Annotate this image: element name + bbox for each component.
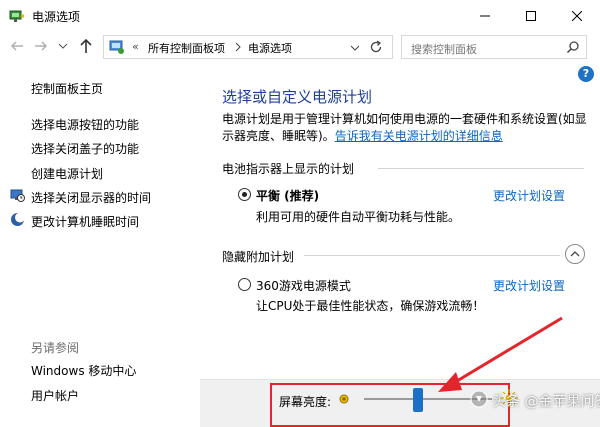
help-icon[interactable]: ? <box>578 66 594 82</box>
task-sleep-time[interactable]: 更改计算机睡眠时间 <box>31 213 139 230</box>
plan-360-game-radio[interactable] <box>238 278 251 291</box>
battery-plans-heading: 电池指示器上显示的计划 <box>222 162 355 176</box>
watermark-logo-icon <box>470 390 488 408</box>
user-accounts-link[interactable]: 用户帐户 <box>31 387 79 404</box>
task-create-power-plan[interactable]: 创建电源计划 <box>31 165 103 182</box>
maximize-button[interactable] <box>508 0 554 32</box>
power-options-icon <box>9 10 24 22</box>
hidden-plans-heading: 隐藏附加计划 <box>222 250 295 264</box>
maximize-icon <box>526 11 536 21</box>
up-arrow-icon[interactable] <box>79 38 93 54</box>
plan-360-game-desc: 让CPU处于最佳性能状态，确保游戏流畅！ <box>256 299 485 313</box>
watermark-text: 头条 @金苹果问答 <box>492 394 600 410</box>
breadcrumb-power-options[interactable]: 电源选项 <box>248 40 292 56</box>
see-also-heading: 另请参阅 <box>31 341 80 355</box>
plan-balanced-name[interactable]: 平衡 (推荐) <box>256 187 319 204</box>
close-button[interactable] <box>554 0 600 32</box>
address-bar-row: « 所有控制面板项 电源选项 搜索控制面板 <box>0 32 600 62</box>
plan-balanced-desc: 利用可用的硬件自动平衡功耗与性能。 <box>256 210 461 224</box>
breadcrumb-chevron-icon[interactable] <box>234 40 242 54</box>
recent-locations-chevron-icon[interactable] <box>58 41 68 51</box>
title-bar: 电源选项 <box>0 0 600 32</box>
breadcrumb-all-control-panel-items[interactable]: 所有控制面板项 <box>148 40 225 56</box>
control-panel-icon <box>109 40 124 54</box>
search-field[interactable]: 搜索控制面板 <box>401 35 587 59</box>
minimize-button[interactable] <box>462 0 508 32</box>
sleep-moon-icon <box>11 212 25 226</box>
page-description: 电源计划是用于管理计算机如何使用电源的一套硬件和系统设置(如显示器亮度、睡眠等)… <box>222 111 590 145</box>
search-placeholder: 搜索控制面板 <box>411 43 477 56</box>
plan-balanced-settings-link[interactable]: 更改计划设置 <box>493 187 565 204</box>
task-lid-close-function[interactable]: 选择关闭盖子的功能 <box>31 140 139 157</box>
left-navigation-pane: 控制面板主页 选择电源按钮的功能 选择关闭盖子的功能 创建电源计划 选择关闭显示… <box>0 62 200 427</box>
address-overflow-separator[interactable]: « <box>132 40 139 53</box>
plan-360-game-settings-link[interactable]: 更改计划设置 <box>493 277 565 294</box>
brightness-label: 屏幕亮度: <box>279 395 332 409</box>
windows-mobility-center-link[interactable]: Windows 移动中心 <box>31 362 136 379</box>
search-icon[interactable] <box>566 40 580 54</box>
window-title: 电源选项 <box>32 10 81 24</box>
plan-balanced-radio[interactable] <box>238 188 251 201</box>
power-plan-info-link[interactable]: 告诉我有关电源计划的详细信息 <box>335 129 503 143</box>
chevron-up-icon <box>570 251 580 257</box>
back-arrow-icon[interactable] <box>10 39 24 53</box>
close-icon <box>572 11 582 21</box>
collapse-hidden-plans-button[interactable] <box>565 244 585 264</box>
page-title: 选择或自定义电源计划 <box>222 88 373 106</box>
task-display-off-time[interactable]: 选择关闭显示器的时间 <box>31 189 151 206</box>
minimize-icon <box>480 15 490 17</box>
address-dropdown-chevron-icon[interactable] <box>350 44 360 52</box>
forward-arrow-icon[interactable] <box>34 39 48 53</box>
control-panel-home-link[interactable]: 控制面板主页 <box>31 80 103 97</box>
section-divider <box>304 255 560 256</box>
address-field[interactable]: « 所有控制面板项 电源选项 <box>103 35 393 59</box>
brightness-slider-thumb[interactable] <box>413 388 423 412</box>
dim-sun-icon <box>339 394 349 404</box>
section-divider <box>378 168 584 169</box>
task-power-button-function[interactable]: 选择电源按钮的功能 <box>31 116 139 133</box>
plan-360-game-name[interactable]: 360游戏电源模式 <box>256 277 351 294</box>
display-off-icon <box>10 189 25 202</box>
refresh-icon[interactable] <box>368 39 384 55</box>
